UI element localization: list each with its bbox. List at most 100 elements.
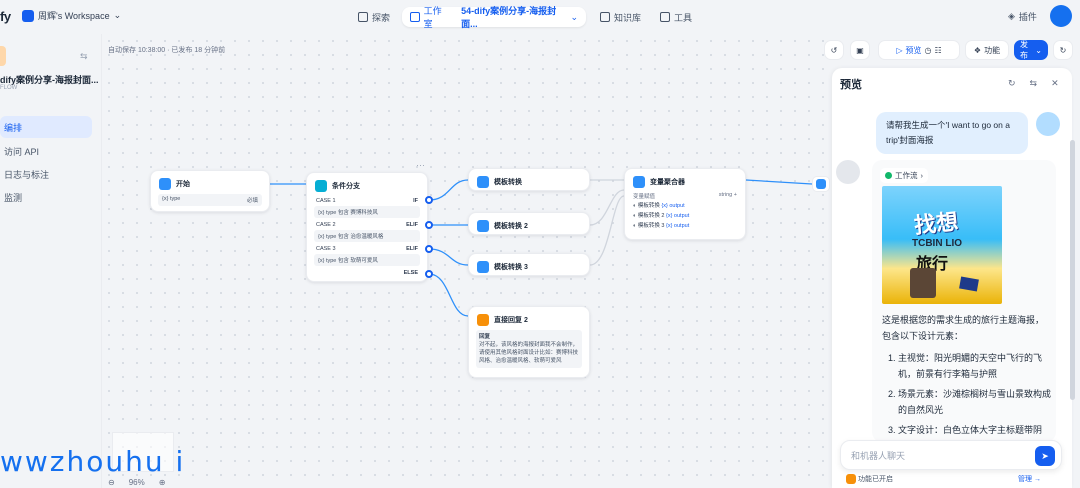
answer-text: 这是根据您的需求生成的旅行主题海报，包含以下设计元素： 主视觉：阳光明媚的天空中…: [882, 312, 1052, 442]
answer-point: 主视觉：阳光明媚的天空中飞行的飞机，前景有行李箱与护照: [898, 350, 1052, 382]
chat-placeholder: 和机器人聊天: [851, 451, 906, 461]
code-icon: [477, 261, 489, 273]
node-answer-2[interactable]: 直接回复 2 回复 对不起，该风格的海报封面我不会制作，请使用其他风格封面设计比…: [468, 306, 590, 378]
chevron-down-icon: ⌄: [1035, 45, 1042, 55]
agg-out-2: {x} output: [665, 213, 690, 219]
node-if-else[interactable]: 条件分支 CASE 1 IF {x} type 包含 赛博科技风 CASE 2 EL…: [306, 172, 428, 282]
else-label: ELSE: [403, 270, 418, 276]
code-icon: [477, 176, 489, 188]
user-message: 请帮我生成一个'I want to go on a trip'封面海报: [876, 112, 1028, 154]
checklist-icon[interactable]: ☷: [934, 46, 941, 55]
agg-row-2: 模板转换 2: [637, 213, 665, 219]
preview-title: 预览: [840, 79, 862, 91]
else-handle[interactable]: [425, 270, 433, 278]
user-avatar: [1036, 112, 1060, 136]
check-icon: [885, 172, 892, 179]
node-title: 模板转换 2: [494, 223, 528, 230]
features-enabled-label: 功能已开启: [857, 476, 893, 483]
close-icon[interactable]: ✕: [1051, 78, 1059, 89]
preview-scrollbar[interactable]: [1070, 140, 1075, 400]
feature-icon: [846, 474, 856, 485]
bot-avatar: [836, 160, 860, 184]
elif1-handle[interactable]: [425, 221, 433, 229]
clock-icon[interactable]: ◷: [925, 46, 932, 55]
bot-message: 工作流 › 找想 TCBIN LIO 旅行 这是根据您的需求生成的旅行主题海报，…: [872, 160, 1056, 442]
poster-title: 找想: [912, 208, 960, 239]
zoom-level[interactable]: 96%: [129, 478, 145, 487]
agg-out-3: {x} output: [665, 223, 690, 229]
node-variable-aggregator[interactable]: 变量聚合器 变量赋值 string + ◐ 模板转换 {x} output ◐ 模…: [624, 168, 746, 240]
chat-input[interactable]: 和机器人聊天 ➤: [840, 440, 1062, 470]
canvas-bottom-toolbar: ⊖ 96% ⊕: [108, 478, 165, 487]
node-start[interactable]: 开始 {x} type 必填: [150, 170, 270, 212]
edge-agg-end: [745, 179, 813, 185]
env-button[interactable]: ▣: [850, 40, 870, 60]
env-icon: ▣: [856, 45, 864, 55]
code-icon: [816, 179, 826, 189]
reply-text: 对不起，该风格的海报封面我不会制作，请使用其他风格封面设计比如：赛博科技风格、治…: [479, 342, 579, 364]
if-handle[interactable]: [425, 196, 433, 204]
agg-out-1: {x} output: [661, 203, 685, 209]
chevron-right-icon: ›: [920, 171, 924, 180]
undo-history-button[interactable]: ↺: [824, 40, 844, 60]
reply-label: 回复: [479, 334, 491, 340]
send-icon: ➤: [1041, 451, 1049, 461]
manage-link[interactable]: 管理 →: [1018, 474, 1041, 484]
elif2-handle[interactable]: [425, 245, 433, 253]
agg-row-1: 模板转换: [637, 203, 660, 209]
zoom-in-icon[interactable]: ⊕: [159, 478, 166, 487]
watermark: wwzhouhu i: [0, 445, 186, 478]
version-history-button[interactable]: ↻: [1053, 40, 1073, 60]
condition-1: {x} type 包含 赛博科技风: [314, 206, 420, 218]
settings-icon[interactable]: ⇆: [1030, 78, 1038, 89]
agg-row-3: 模板转换 3: [637, 223, 665, 229]
send-button[interactable]: ➤: [1035, 446, 1055, 466]
zoom-out-icon[interactable]: ⊖: [108, 478, 115, 487]
home-icon: [159, 178, 171, 190]
node-template-2[interactable]: 模板转换 2: [468, 212, 590, 235]
preview-toolbar[interactable]: ▷ 预览 ◷ ☷: [878, 40, 960, 60]
elif-label: ELIF: [406, 246, 418, 252]
preview-label: 预览: [905, 45, 922, 55]
node-end-stub[interactable]: [812, 176, 830, 192]
case-label: CASE 3: [316, 246, 336, 252]
condition-2: {x} type 包含 治愈温暖风格: [314, 230, 420, 242]
workflow-tag-label: 工作流: [895, 171, 918, 180]
edge-elif2-t3: [428, 248, 469, 266]
edge-t2-agg: [589, 189, 625, 226]
aggregate-icon: [633, 176, 645, 188]
workflow-tag[interactable]: 工作流 ›: [880, 168, 928, 183]
node-title: 直接回复 2: [494, 317, 528, 324]
condition-3: {x} type 包含 软萌可爱风: [314, 254, 420, 266]
passport-shape: [959, 276, 979, 292]
suitcase-shape: [910, 268, 936, 298]
history-icon: ↺: [830, 45, 838, 55]
elif-label: ELIF: [406, 222, 418, 228]
code-icon: [477, 220, 489, 232]
preview-panel: 预览 ↻ ⇆ ✕ 请帮我生成一个'I want to go on a trip'…: [832, 68, 1072, 488]
agg-type: string: [718, 192, 733, 198]
refresh-icon[interactable]: ↻: [1008, 78, 1016, 89]
node-title: 变量聚合器: [650, 179, 685, 186]
more-icon[interactable]: ···: [416, 160, 425, 170]
poster-subtitle: TCBIN LIO: [912, 238, 962, 249]
edge-t3-agg: [589, 195, 625, 266]
case-label: CASE 1: [316, 198, 336, 204]
answer-point: 场景元素：沙滩棕榈树与雪山景致构成的自然风光: [898, 386, 1052, 418]
start-var: {x} type: [162, 196, 181, 202]
node-template-3[interactable]: 模板转换 3: [468, 253, 590, 276]
if-label: IF: [413, 198, 418, 204]
node-template-1[interactable]: 模板转换: [468, 168, 590, 191]
generated-poster-image[interactable]: 找想 TCBIN LIO 旅行: [882, 186, 1002, 304]
branch-icon: [315, 180, 327, 192]
node-title: 开始: [176, 181, 190, 188]
node-title: 模板转换: [494, 179, 522, 186]
features-button[interactable]: ❖ 功能: [965, 40, 1009, 60]
publish-button[interactable]: 发布 ⌄: [1014, 40, 1048, 60]
add-icon[interactable]: +: [734, 192, 737, 198]
answer-intro: 这是根据您的需求生成的旅行主题海报，包含以下设计元素：: [882, 315, 1045, 341]
reply-icon: [477, 314, 489, 326]
answer-point: 文字设计：白色立体大字主标题带阴影，灰白色副标题: [898, 422, 1052, 442]
history-icon: ↻: [1059, 45, 1067, 55]
node-title: 条件分支: [332, 183, 360, 190]
